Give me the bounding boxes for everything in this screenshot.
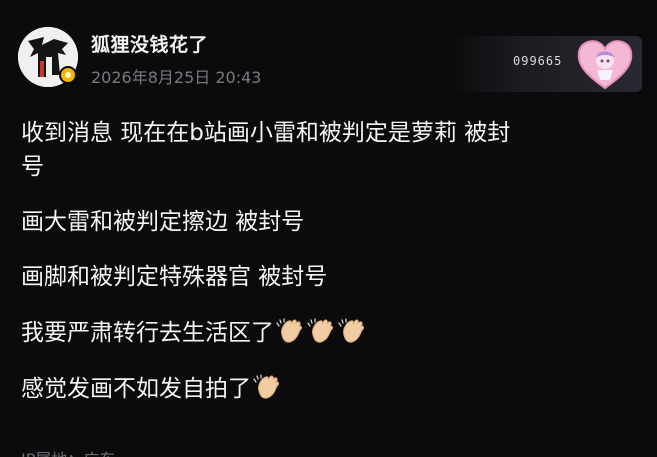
username[interactable]: 狐狸没钱花了 bbox=[91, 30, 208, 57]
content-line: 收到消息 现在在b站画小雷和被判定是萝莉 被封 bbox=[21, 120, 511, 146]
content-line-text: 我要严肃转行去生活区了 bbox=[21, 320, 274, 346]
content-line-with-emoji: 感觉发画不如发自拍了 bbox=[21, 373, 641, 404]
clapping-hands-icon bbox=[276, 317, 305, 346]
content-line-with-emoji: 我要严肃转行去生活区了 bbox=[21, 317, 641, 348]
post-view: 狐狸没钱花了 2026年8月25日 20:43 099665 收到消息 现在在b… bbox=[0, 0, 657, 457]
content-line: 号 bbox=[21, 154, 44, 180]
content-line: 画大雷和被判定擦边 被封号 bbox=[21, 209, 305, 235]
fan-badge-number: 099665 bbox=[513, 54, 563, 68]
post-content: 收到消息 现在在b站画小雷和被判定是萝莉 被封 号 画大雷和被判定擦边 被封号 … bbox=[21, 118, 641, 429]
clapping-hands-icon bbox=[307, 317, 336, 346]
content-line: 画脚和被判定特殊器官 被封号 bbox=[21, 264, 328, 290]
content-line-text: 感觉发画不如发自拍了 bbox=[21, 376, 251, 402]
clapping-hands-icon bbox=[338, 317, 367, 346]
post-timestamp: 2026年8月25日 20:43 bbox=[91, 68, 262, 87]
clapping-hands-icon bbox=[253, 373, 282, 402]
verified-badge-icon bbox=[59, 66, 77, 84]
heart-character-icon bbox=[575, 36, 635, 92]
ip-location: IP属地：广东 bbox=[21, 446, 115, 457]
